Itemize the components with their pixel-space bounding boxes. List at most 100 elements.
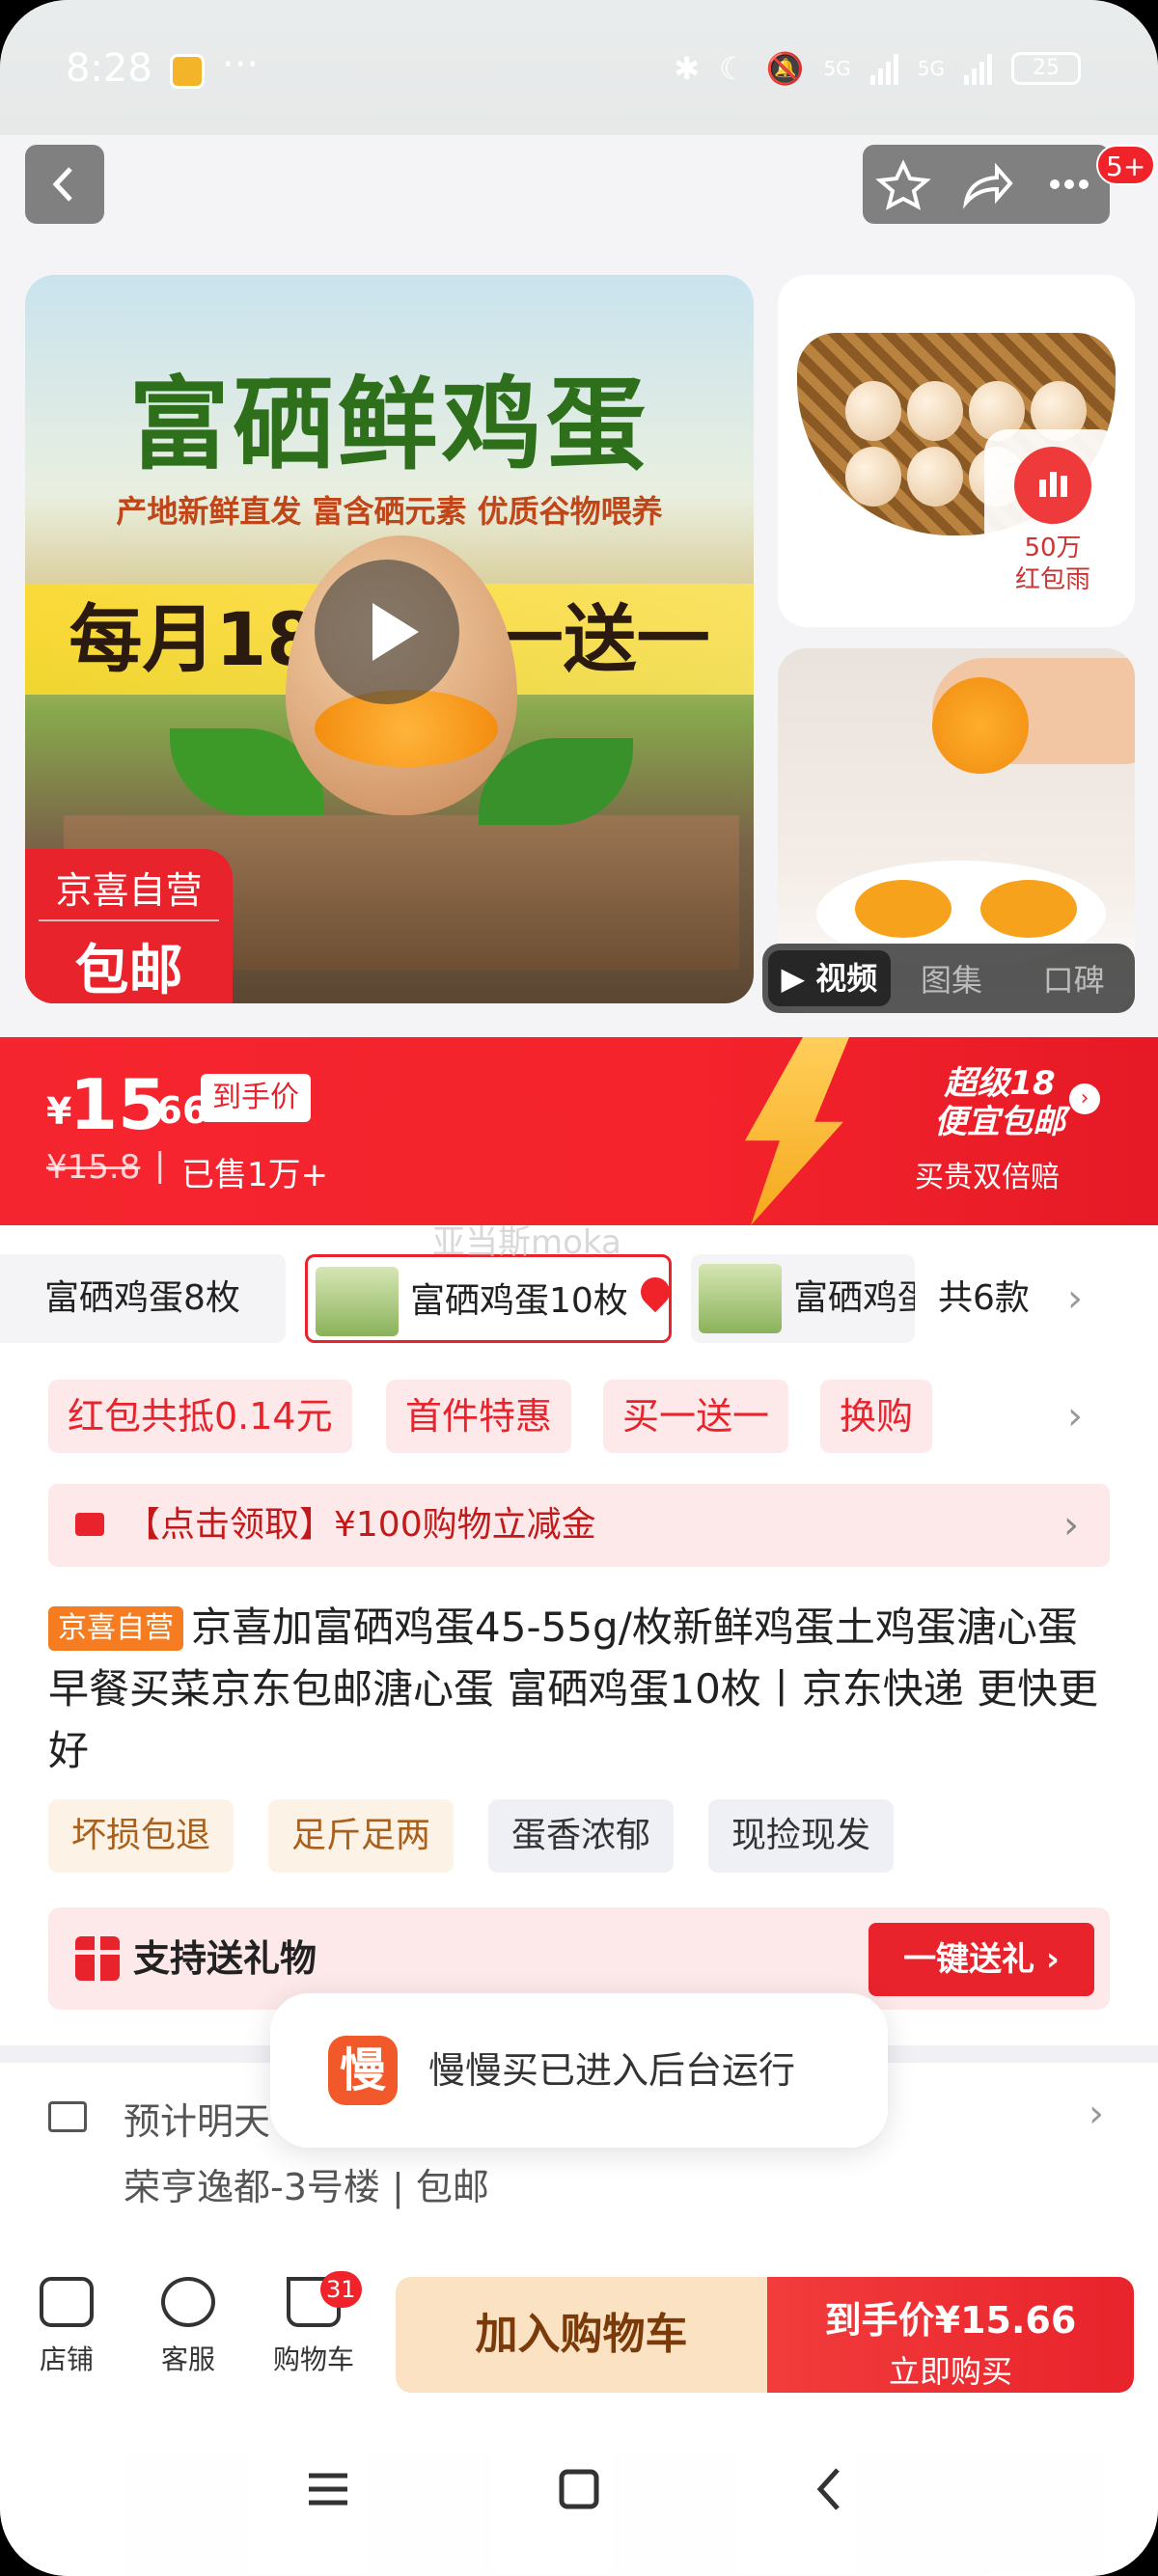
self-operated-badge: 京喜自营	[48, 1606, 183, 1651]
battery-icon: 25	[1011, 52, 1081, 85]
chevron-right-icon: ›	[1063, 1503, 1079, 1548]
price-decimal: .66	[143, 1089, 208, 1132]
sold-count: 已售1万+	[181, 1156, 329, 1194]
price-currency: ¥	[46, 1090, 72, 1133]
buy-price-line: 到手价¥15.66	[824, 2299, 1077, 2342]
variant-thumbnail	[699, 1264, 782, 1333]
message-count-badge: 5+	[1096, 145, 1156, 185]
variant-option[interactable]: 富硒鸡蛋	[691, 1254, 915, 1343]
tag-bottom-text: 包邮	[74, 940, 183, 1002]
variant-option-selected[interactable]: 富硒鸡蛋10枚	[305, 1254, 672, 1343]
chevron-left-icon	[52, 167, 72, 202]
mute-icon: 🔕	[765, 50, 805, 87]
send-gift-button[interactable]: 一键送礼 ›	[868, 1923, 1094, 1996]
tab-video[interactable]: ▶ 视频	[768, 950, 891, 1006]
tab-gallery[interactable]: 图集	[891, 956, 1013, 1000]
status-indicators: ✱ ☾ 🔕 5G 5G 25	[674, 50, 1081, 87]
play-icon[interactable]	[315, 560, 459, 704]
favorite-button[interactable]	[863, 145, 945, 224]
cover-subline: 产地新鲜直发 富含硒元素 优质谷物喂养	[116, 493, 663, 530]
square-icon	[559, 2469, 599, 2509]
red-rain-amount: 50万	[1024, 534, 1082, 562]
customer-service-button[interactable]: 客服	[135, 2277, 241, 2377]
main-video-cover[interactable]: 富硒鲜鸡蛋 产地新鲜直发 富含硒元素 优质谷物喂养 每月18日 买一送一 京喜自…	[25, 275, 754, 1003]
system-nav-bar	[0, 2412, 1158, 2576]
tab-reviews[interactable]: 口碑	[1012, 956, 1135, 1000]
cart-count-badge: 31	[320, 2271, 362, 2308]
network-label-2: 5G	[917, 57, 945, 80]
bottom-action-bar: 店铺 客服 购物车 31 加入购物车 到手价¥15.66 立即购买	[0, 2248, 1158, 2412]
super-18-line2: 便宜包邮	[934, 1103, 1065, 1141]
star-icon	[875, 159, 931, 210]
moon-icon: ☾	[719, 50, 747, 87]
variant-label: 富硒鸡蛋8枚	[44, 1278, 240, 1318]
promo-chip[interactable]: 首件特惠	[386, 1380, 572, 1453]
red-rain-label: 红包雨	[1014, 565, 1090, 594]
promo-chip[interactable]: 换购	[820, 1380, 933, 1453]
toast-text: 慢慢买已进入后台运行	[428, 2049, 796, 2092]
share-icon	[963, 162, 1013, 209]
red-envelope-rain-icon	[1014, 447, 1091, 524]
recent-apps-button[interactable]	[290, 2451, 367, 2528]
coupon-banner[interactable]: 【点击领取】¥100购物立减金 ›	[48, 1484, 1110, 1567]
coupon-text: 【点击领取】¥100购物立减金	[125, 1505, 596, 1545]
buy-label: 立即购买	[888, 2353, 1012, 2390]
price-bar: ¥ 15 .66 到手价 ¥15.8 | 已售1万+ 超级18 便宜包邮 › 买…	[0, 1037, 1158, 1225]
app-icon: 慢	[328, 2036, 398, 2105]
feature-tag: 坏损包退	[48, 1799, 234, 1873]
product-title: 京喜自营 京喜加富硒鸡蛋45-55g/枚新鲜鸡蛋土鸡蛋溏心蛋早餐买菜京东包邮溏心蛋…	[48, 1597, 1110, 1782]
phone-screen: 8:28 ··· ✱ ☾ 🔕 5G 5G 25 富硒鲜鸡蛋 产地新鲜直发 富含硒…	[0, 0, 1158, 2576]
home-button[interactable]	[540, 2451, 618, 2528]
service-icon	[161, 2277, 215, 2327]
variant-selector: 富硒鸡蛋8枚 富硒鸡蛋10枚 富硒鸡蛋 共6款 › 亚当斯moka	[0, 1223, 1158, 1343]
feature-tag: 蛋香浓郁	[488, 1799, 675, 1873]
promo-chip[interactable]: 买一送一	[603, 1380, 789, 1453]
chevron-right-icon[interactable]: ›	[1069, 1083, 1100, 1114]
chevron-right-icon[interactable]: ›	[1067, 1380, 1083, 1453]
back-button[interactable]	[25, 145, 104, 224]
delivery-address: 荣亨逸都-3号楼 | 包邮	[124, 2166, 489, 2208]
variant-thumbnail	[316, 1267, 399, 1336]
feature-tag: 足斤足两	[268, 1799, 455, 1873]
cover-headline: 富硒鲜鸡蛋	[128, 366, 650, 483]
chevron-left-icon	[816, 2468, 840, 2510]
feature-tag: 现捡现发	[708, 1799, 895, 1873]
watermark-text: 亚当斯moka	[432, 1223, 621, 1262]
red-envelope-rain-widget[interactable]: 50万 红包雨	[984, 429, 1121, 613]
media-tabs: ▶ 视频 图集 口碑	[762, 944, 1135, 1013]
super-18-promo[interactable]: 超级18 便宜包邮	[903, 1064, 1096, 1141]
super-18-line1: 超级18	[944, 1064, 1056, 1103]
shop-icon	[40, 2277, 94, 2327]
truck-icon	[48, 2101, 87, 2132]
chevron-right-icon[interactable]: ›	[1067, 1254, 1083, 1343]
status-more-icon: ···	[222, 42, 260, 87]
status-time: 8:28	[66, 46, 152, 91]
buy-now-button[interactable]: 到手价¥15.66 立即购买	[767, 2277, 1134, 2393]
product-title-text: 京喜加富硒鸡蛋45-55g/枚新鲜鸡蛋土鸡蛋溏心蛋早餐买菜京东包邮溏心蛋 富硒鸡…	[48, 1603, 1099, 1774]
network-label-1: 5G	[823, 57, 851, 80]
gift-icon	[75, 1936, 120, 1981]
product-info-panel: 富硒鸡蛋8枚 富硒鸡蛋10枚 富硒鸡蛋 共6款 › 亚当斯moka 红包共抵0.…	[0, 1223, 1158, 2045]
price-guarantee: 买贵双倍赔	[915, 1161, 1060, 1194]
shop-button[interactable]: 店铺	[14, 2277, 120, 2377]
share-button[interactable]	[945, 145, 1027, 224]
variant-option[interactable]: 富硒鸡蛋8枚	[0, 1254, 286, 1343]
final-price-tag: 到手价	[201, 1074, 311, 1122]
notification-app-icon	[170, 54, 205, 89]
shop-label: 店铺	[39, 2343, 94, 2375]
self-operated-shipping-tag: 京喜自营 包邮	[25, 849, 233, 1003]
bluetooth-icon: ✱	[674, 50, 700, 87]
system-back-button[interactable]	[791, 2451, 868, 2528]
signal-icon	[869, 52, 898, 85]
thumbnail-basket[interactable]: 50万 红包雨	[778, 275, 1135, 627]
card-icon	[75, 1513, 104, 1536]
cart-label: 购物车	[272, 2343, 354, 2375]
add-to-cart-button[interactable]: 加入购物车	[396, 2277, 767, 2393]
delivery-estimate: 预计明天	[124, 2100, 271, 2143]
tag-top-text: 京喜自营	[39, 849, 219, 921]
status-bar: 8:28 ··· ✱ ☾ 🔕 5G 5G 25	[0, 0, 1158, 135]
promo-chip[interactable]: 红包共抵0.14元	[48, 1380, 352, 1453]
lightning-bolt-icon	[745, 1037, 849, 1225]
chevron-right-icon: ›	[1089, 2092, 1104, 2136]
variant-count[interactable]: 共6款	[938, 1254, 1030, 1343]
